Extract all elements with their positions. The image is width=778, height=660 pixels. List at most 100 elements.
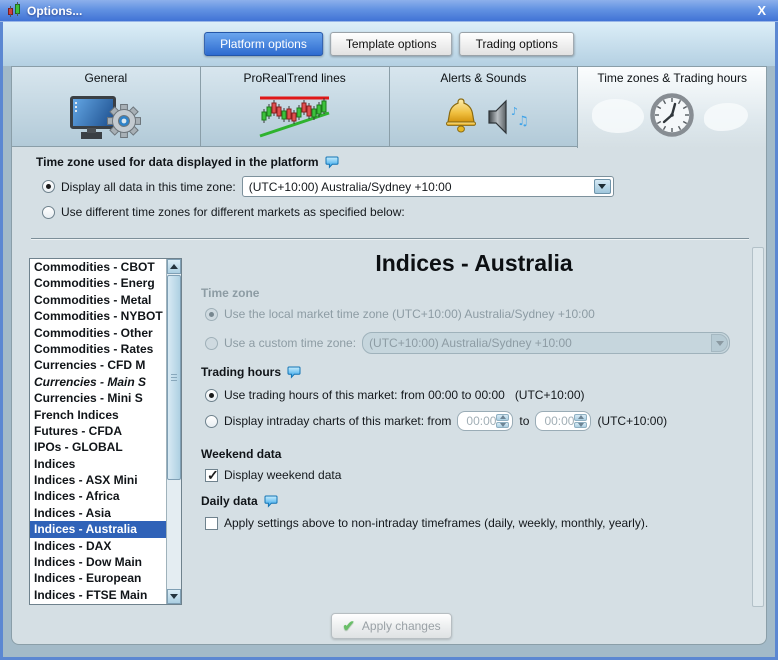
list-item[interactable]: Currencies - CFD M [30, 357, 166, 373]
platform-timezone-select[interactable]: (UTC+10:00) Australia/Sydney +10:00 [241, 176, 614, 197]
help-bubble-icon[interactable] [287, 366, 301, 379]
spin-down-icon[interactable] [496, 421, 510, 428]
world-clock-icon [578, 87, 766, 148]
use-market-hours-option[interactable]: Use trading hours of this market: from 0… [205, 388, 585, 402]
timezone-section-heading: Time zone [201, 286, 259, 300]
content-panel: Time zone used for data displayed in the… [11, 146, 767, 645]
weekend-data-option[interactable]: Display weekend data [205, 467, 342, 484]
list-item[interactable]: Indices - Australia [30, 521, 166, 538]
window-title: Options... [27, 3, 83, 18]
platform-timezone-value: (UTC+10:00) Australia/Sydney +10:00 [248, 179, 452, 194]
daily-data-label: Apply settings above to non-intraday tim… [224, 516, 649, 530]
intraday-to-stepper[interactable]: 00:00 [535, 411, 592, 431]
tab-trading-options[interactable]: Trading options [459, 32, 574, 56]
list-item[interactable]: Indices - DAX [30, 538, 166, 554]
display-all-radio[interactable] [42, 180, 55, 193]
per-market-label: Use different time zones for different m… [61, 205, 405, 219]
list-item[interactable]: Commodities - Metal [30, 292, 166, 308]
local-timezone-radio [205, 307, 218, 321]
list-item[interactable]: Commodities - NYBOT [30, 308, 166, 324]
svg-text:♫: ♫ [517, 114, 529, 129]
list-item[interactable]: Indices - Africa [30, 488, 166, 504]
custom-timezone-value: (UTC+10:00) Australia/Sydney +10:00 [369, 336, 572, 350]
spin-down-icon[interactable] [574, 421, 588, 428]
intraday-tz-label: (UTC+10:00) [597, 414, 668, 428]
weekend-data-label: Display weekend data [224, 468, 342, 482]
daily-data-option[interactable]: Apply settings above to non-intraday tim… [205, 516, 648, 530]
help-bubble-icon[interactable] [264, 495, 278, 508]
per-market-radio[interactable] [42, 205, 55, 219]
list-item[interactable]: IPOs - GLOBAL [30, 439, 166, 455]
use-market-hours-label: Use trading hours of this market: from 0… [224, 388, 505, 402]
scroll-up-icon[interactable] [167, 259, 181, 274]
top-tab-bar: Platform options Template options Tradin… [3, 22, 775, 66]
list-item[interactable]: Commodities - Energ [30, 275, 166, 291]
list-item[interactable]: Indices - Asia [30, 505, 166, 521]
spin-up-icon[interactable] [496, 414, 510, 421]
apply-changes-button[interactable]: ✔ Apply changes [331, 613, 452, 639]
close-icon[interactable]: X [757, 3, 771, 18]
list-item[interactable]: Futures - CFDA [30, 423, 166, 439]
platform-timezone-heading-text: Time zone used for data displayed in the… [36, 155, 319, 169]
markets-list[interactable]: Commodities - CBOT Commodities - Energ Com… [30, 259, 166, 604]
chevron-down-icon[interactable] [593, 179, 611, 194]
weekend-data-heading-text: Weekend data [201, 447, 282, 461]
list-item[interactable]: French Indices [30, 407, 166, 423]
section-divider [31, 238, 749, 239]
weekend-data-heading: Weekend data [201, 447, 281, 461]
detail-scrollbar[interactable] [752, 247, 764, 607]
tab-prorealtrend-lines[interactable]: ProRealTrend lines [199, 66, 389, 147]
tab-prorealtrend-label: ProRealTrend lines [243, 71, 346, 85]
list-item[interactable]: Indices [30, 456, 166, 472]
candlestick-app-icon [7, 2, 22, 18]
use-market-hours-tz: (UTC+10:00) [514, 388, 585, 402]
markets-scrollbar[interactable] [166, 259, 181, 604]
per-market-timezone-option[interactable]: Use different time zones for different m… [42, 205, 405, 219]
options-dialog: Options... X Platform options Template o… [0, 0, 778, 660]
bell-speaker-icon: ♪ ♫ [390, 87, 578, 146]
custom-timezone-label: Use a custom time zone: [224, 336, 357, 350]
list-item[interactable]: Currencies - Main S [30, 374, 166, 390]
intraday-to-label: to [519, 414, 530, 428]
chevron-down-icon [711, 334, 729, 352]
custom-timezone-select: (UTC+10:00) Australia/Sydney +10:00 [362, 332, 731, 354]
markets-listbox[interactable]: Commodities - CBOT Commodities - Energ Com… [29, 258, 182, 605]
titlebar[interactable]: Options... X [0, 0, 778, 22]
list-item[interactable]: Commodities - CBOT [30, 259, 166, 275]
dialog-frame: Platform options Template options Tradin… [3, 22, 775, 657]
daily-data-heading-text: Daily data [201, 494, 258, 508]
help-bubble-icon[interactable] [325, 156, 339, 169]
intraday-hours-option[interactable]: Display intraday charts of this market: … [205, 411, 667, 431]
trading-hours-heading-text: Trading hours [201, 365, 282, 379]
intraday-label: Display intraday charts of this market: … [224, 414, 452, 428]
scrollbar-thumb[interactable] [167, 275, 181, 480]
tab-timezones-trading-hours[interactable]: Time zones & Trading hours [577, 66, 767, 148]
list-item[interactable]: Currencies - Mini S [30, 390, 166, 406]
apply-changes-label: Apply changes [361, 619, 441, 633]
tab-alerts-sounds[interactable]: Alerts & Sounds ♪ ♫ [388, 66, 578, 147]
weekend-data-checkbox[interactable] [205, 467, 219, 484]
tab-timezones-label: Time zones & Trading hours [597, 71, 747, 85]
tab-general[interactable]: General [11, 66, 200, 147]
monitor-gear-icon [12, 87, 200, 146]
detail-title: Indices - Australia [375, 250, 573, 276]
tab-platform-options[interactable]: Platform options [204, 32, 323, 56]
scroll-down-icon[interactable] [167, 589, 181, 604]
custom-timezone-option: Use a custom time zone: (UTC+10:00) Aust… [205, 332, 731, 354]
category-tab-bar: General ProRealTrend lines Alerts & Soun… [11, 66, 767, 148]
list-item[interactable]: Indices - Dow Main [30, 554, 166, 570]
use-market-hours-radio[interactable] [205, 388, 218, 402]
intraday-from-stepper[interactable]: 00:00 [457, 411, 514, 431]
list-item[interactable]: Commodities - Other [30, 325, 166, 341]
checkmark-icon: ✔ [342, 618, 355, 635]
display-all-data-option[interactable]: Display all data in this time zone: (UTC… [42, 176, 614, 197]
tab-alerts-label: Alerts & Sounds [440, 71, 527, 85]
list-item[interactable]: Indices - European [30, 570, 166, 586]
list-item[interactable]: Indices - FTSE Main [30, 587, 166, 603]
list-item[interactable]: Commodities - Rates [30, 341, 166, 357]
tab-template-options[interactable]: Template options [329, 32, 453, 56]
daily-data-checkbox[interactable] [205, 516, 218, 530]
spin-up-icon[interactable] [574, 414, 588, 421]
intraday-radio[interactable] [205, 414, 218, 428]
list-item[interactable]: Indices - ASX Mini [30, 472, 166, 488]
